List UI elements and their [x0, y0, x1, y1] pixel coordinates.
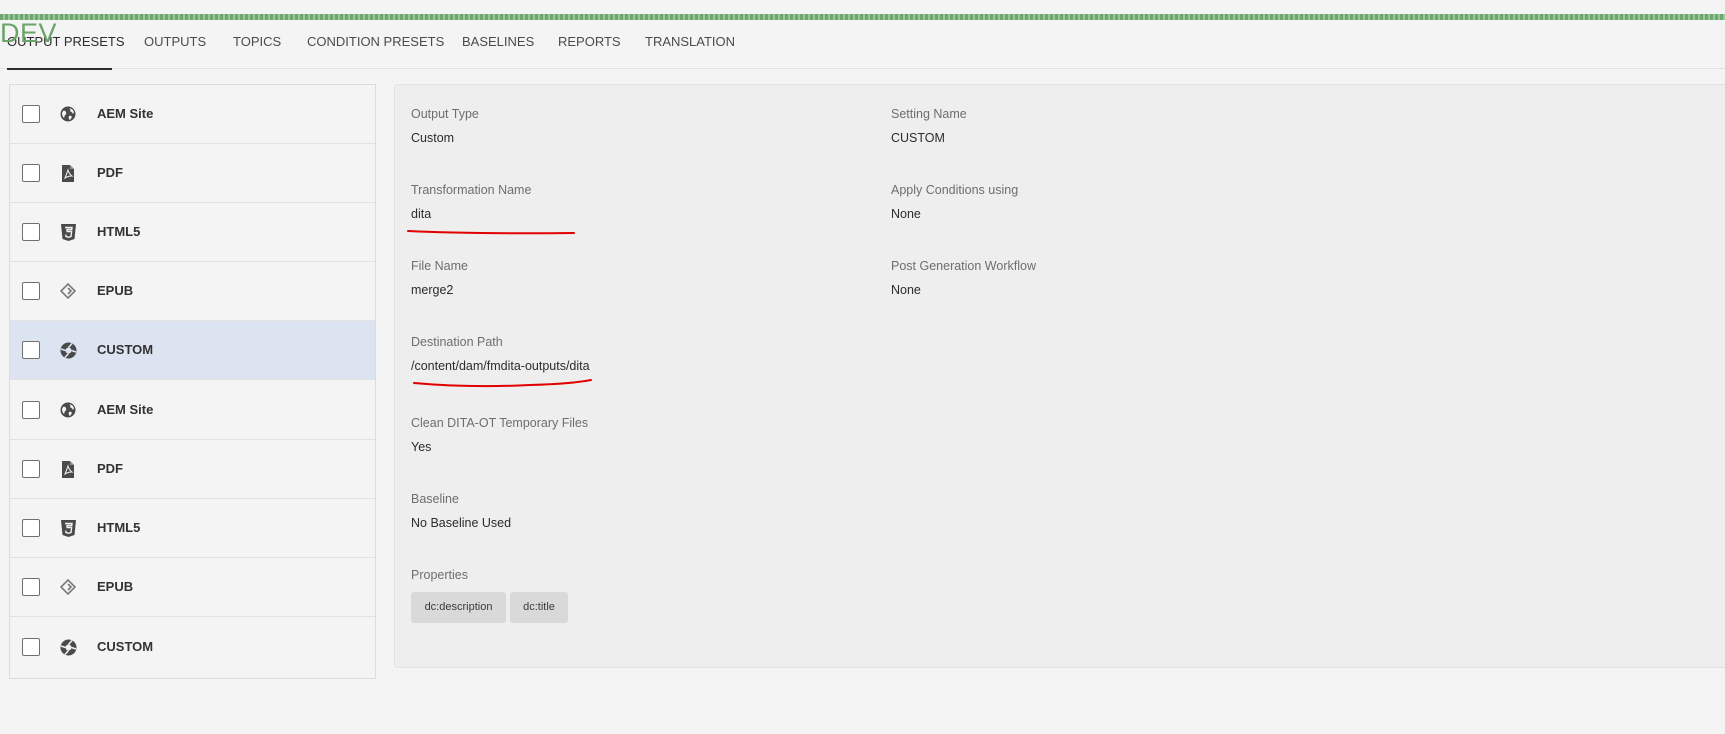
list-item[interactable]: AEM Site: [10, 85, 375, 144]
pdf-file-icon: [58, 459, 78, 479]
list-item[interactable]: PDF: [10, 440, 375, 499]
environment-badge: DEV: [0, 18, 58, 48]
preset-label: CUSTOM: [97, 639, 154, 654]
field-label: Properties: [411, 568, 468, 582]
html5-icon: [58, 518, 78, 538]
field-label: Output Type: [411, 107, 479, 121]
tab-baselines[interactable]: BASELINES: [462, 22, 534, 69]
field-label: Destination Path: [411, 335, 503, 349]
preset-details-panel: Output Type Custom Setting Name CUSTOM T…: [394, 84, 1725, 668]
output-preset-list: AEM Site PDF HTML5 EPUB CUSTOM AEM Site: [9, 84, 376, 679]
list-item[interactable]: PDF: [10, 144, 375, 203]
select-checkbox[interactable]: [22, 578, 40, 596]
select-checkbox[interactable]: [22, 519, 40, 537]
aperture-icon: [58, 340, 78, 360]
list-item[interactable]: HTML5: [10, 203, 375, 262]
field-label: Setting Name: [891, 107, 967, 121]
post-generation-workflow-field: Post Generation Workflow None: [891, 258, 1036, 298]
select-checkbox[interactable]: [22, 401, 40, 419]
preset-label: AEM Site: [97, 402, 154, 417]
preset-label: HTML5: [97, 520, 141, 535]
select-checkbox[interactable]: [22, 638, 40, 656]
field-value: None: [891, 283, 921, 297]
epub-icon: [58, 577, 78, 597]
tab-bar: OUTPUT PRESETS OUTPUTS TOPICS CONDITION …: [0, 22, 1725, 70]
property-tag: dc:title: [510, 592, 568, 623]
globe-icon: [58, 400, 78, 420]
select-checkbox[interactable]: [22, 164, 40, 182]
clean-temp-files-field: Clean DITA-OT Temporary Files Yes: [411, 415, 588, 455]
preset-label: AEM Site: [97, 106, 154, 121]
html5-icon: [58, 222, 78, 242]
file-name-field: File Name merge2: [411, 258, 468, 298]
environment-stripe: [0, 14, 1725, 20]
pdf-file-icon: [58, 163, 78, 183]
field-label: Baseline: [411, 492, 459, 506]
list-item[interactable]: CUSTOM: [10, 321, 375, 380]
field-label: Clean DITA-OT Temporary Files: [411, 416, 589, 430]
apply-conditions-field: Apply Conditions using None: [891, 182, 1018, 222]
aperture-icon: [58, 637, 78, 657]
destination-path-field: Destination Path /content/dam/fmdita-out…: [411, 334, 590, 374]
output-type-field: Output Type Custom: [411, 106, 479, 146]
field-label: Transformation Name: [411, 183, 532, 197]
preset-label: PDF: [97, 165, 123, 180]
tab-translation[interactable]: TRANSLATION: [645, 22, 735, 69]
tab-topics[interactable]: TOPICS: [233, 22, 281, 69]
select-checkbox[interactable]: [22, 341, 40, 359]
field-label: File Name: [411, 259, 468, 273]
preset-label: EPUB: [97, 283, 134, 298]
field-label: Apply Conditions using: [891, 183, 1019, 197]
tab-condition-presets[interactable]: CONDITION PRESETS: [307, 22, 444, 69]
property-tag: dc:description: [411, 592, 506, 623]
list-item[interactable]: CUSTOM: [10, 618, 375, 677]
tab-reports[interactable]: REPORTS: [558, 22, 621, 69]
list-item[interactable]: EPUB: [10, 558, 375, 617]
list-item[interactable]: EPUB: [10, 262, 375, 321]
field-value: No Baseline Used: [411, 516, 512, 530]
field-value: /content/dam/fmdita-outputs/dita: [411, 359, 590, 373]
field-value: merge2: [411, 283, 454, 297]
field-label: Post Generation Workflow: [891, 259, 1036, 273]
field-value: CUSTOM: [891, 131, 945, 145]
epub-icon: [58, 281, 78, 301]
globe-icon: [58, 104, 78, 124]
tab-outputs[interactable]: OUTPUTS: [144, 22, 206, 69]
field-value: dita: [411, 207, 432, 221]
select-checkbox[interactable]: [22, 282, 40, 300]
preset-label: HTML5: [97, 224, 141, 239]
field-value: Yes: [411, 440, 432, 454]
preset-label: PDF: [97, 461, 123, 476]
transformation-name-field: Transformation Name dita: [411, 182, 531, 222]
field-value: None: [891, 207, 921, 221]
baseline-field: Baseline No Baseline Used: [411, 491, 511, 531]
select-checkbox[interactable]: [22, 223, 40, 241]
preset-label: EPUB: [97, 579, 134, 594]
properties-field: Properties: [411, 567, 468, 583]
list-item[interactable]: HTML5: [10, 499, 375, 558]
preset-label: CUSTOM: [97, 342, 154, 357]
setting-name-field: Setting Name CUSTOM: [891, 106, 967, 146]
list-item[interactable]: AEM Site: [10, 381, 375, 440]
select-checkbox[interactable]: [22, 105, 40, 123]
select-checkbox[interactable]: [22, 460, 40, 478]
field-value: Custom: [411, 131, 455, 145]
